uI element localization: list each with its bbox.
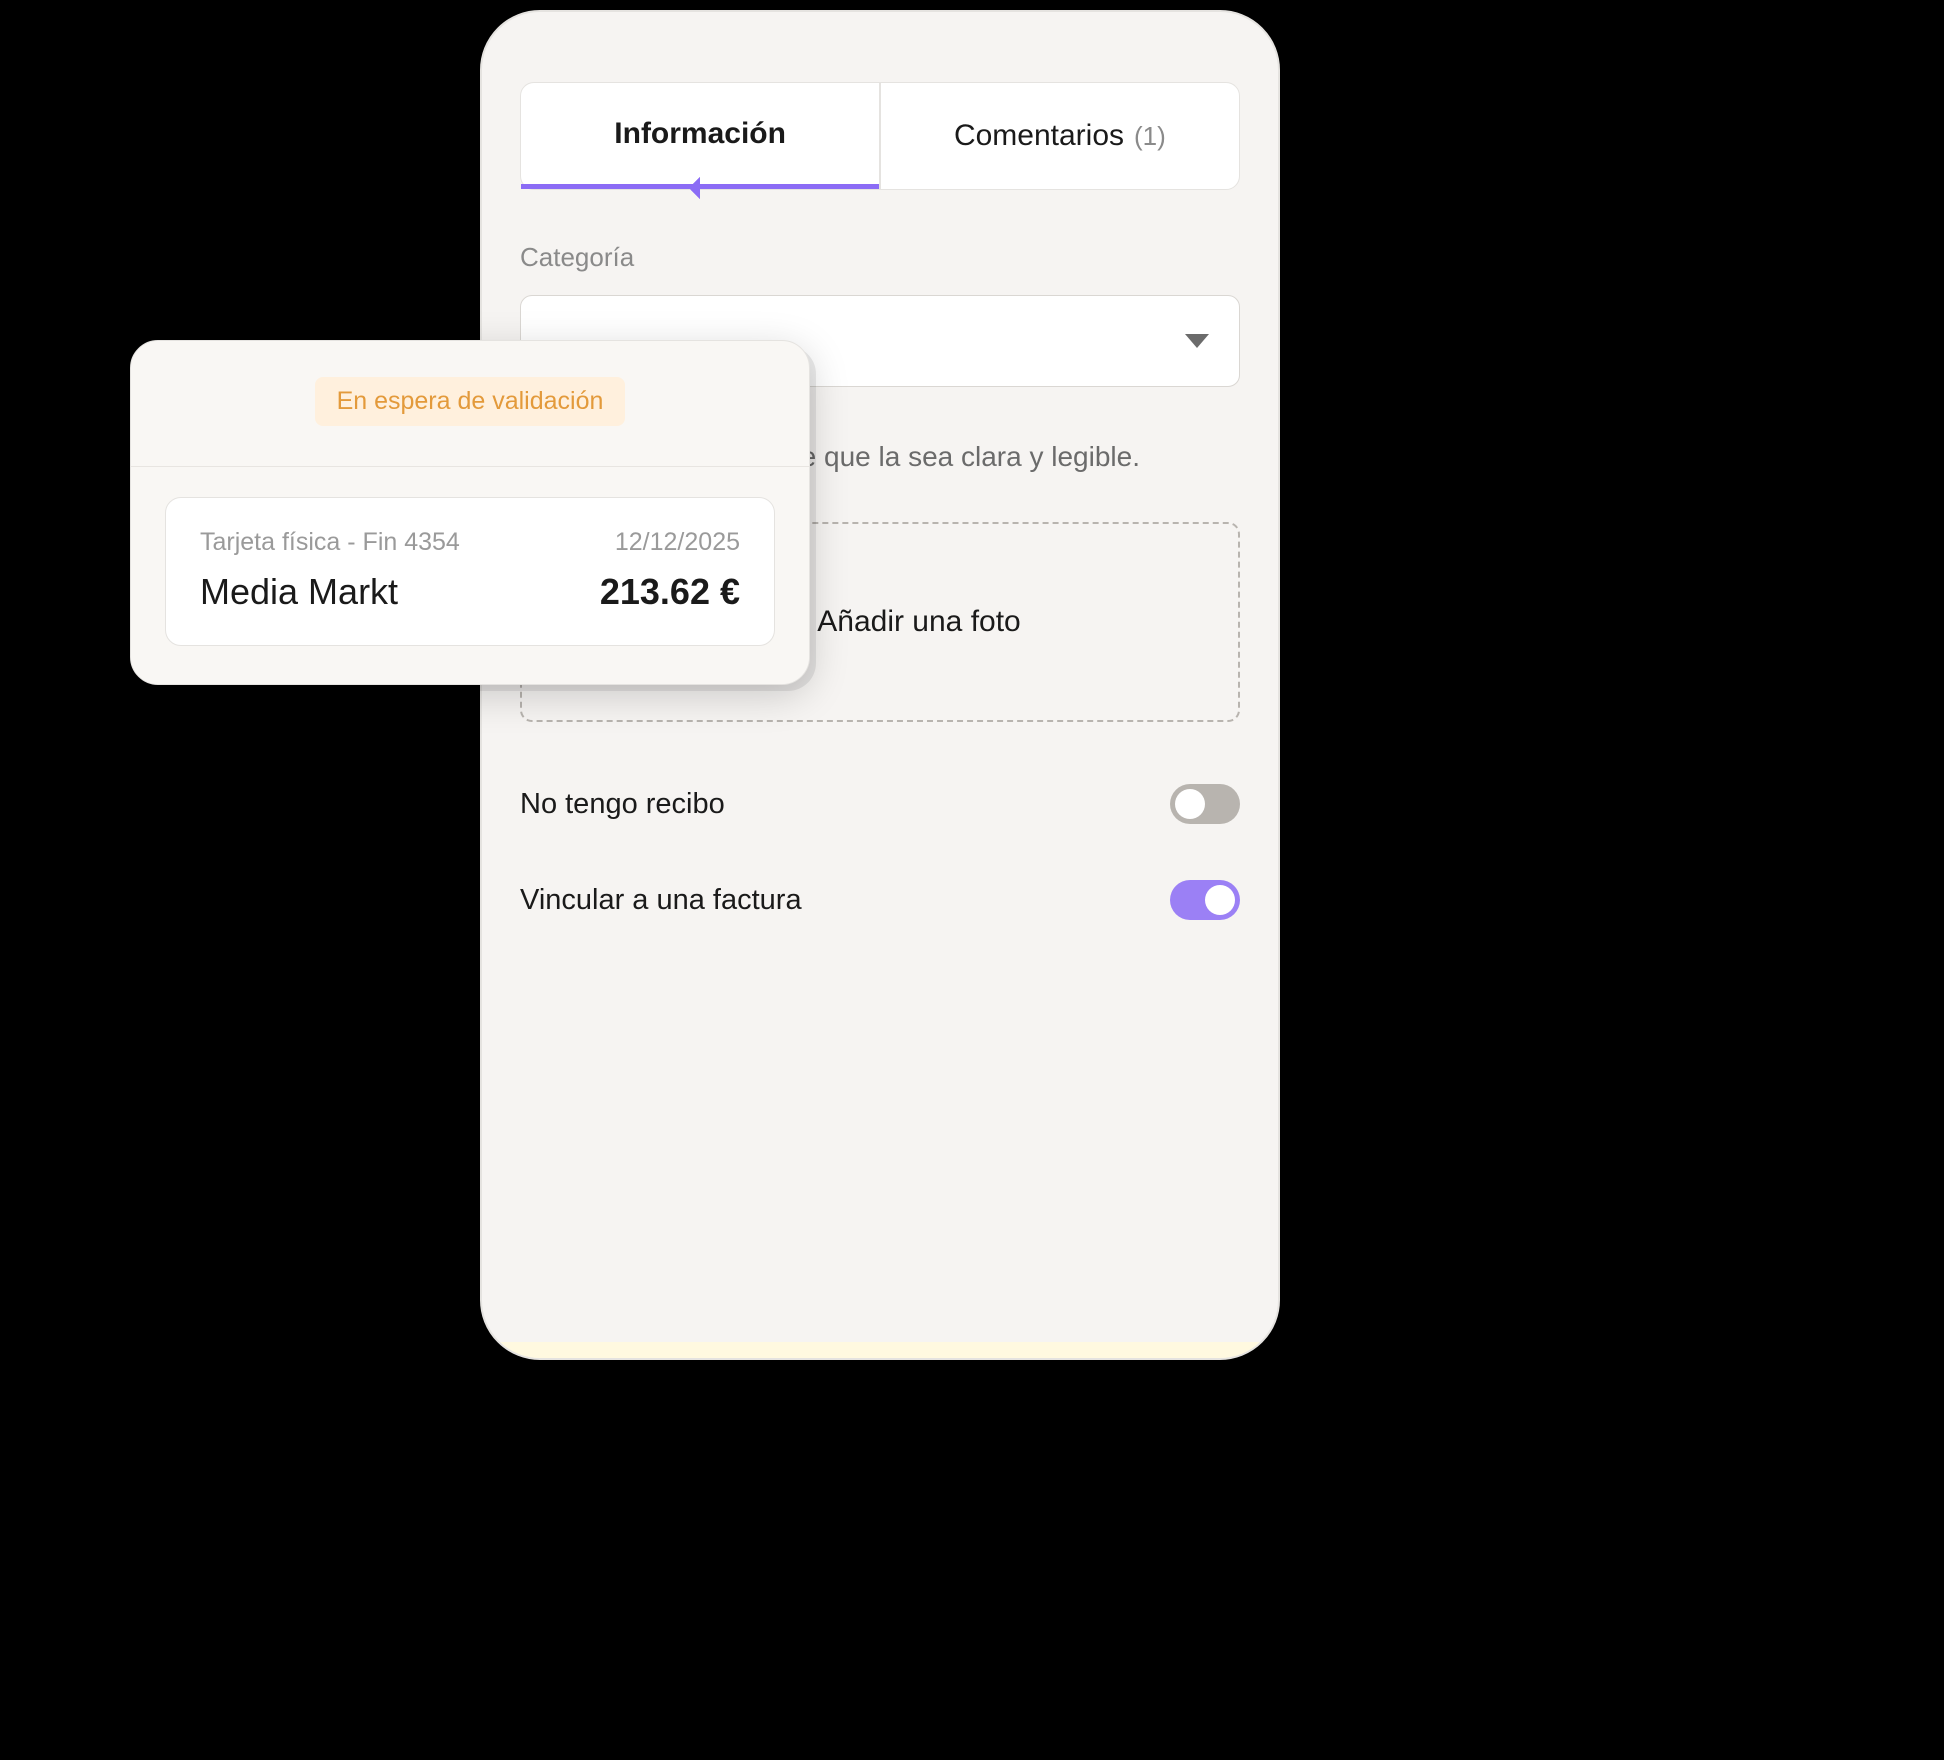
tab-comments[interactable]: Comentarios (1) [881, 83, 1239, 189]
phone-frame: Información Comentarios (1) Categoría de… [480, 10, 1280, 1360]
tab-info-label: Información [614, 117, 786, 151]
no-receipt-toggle[interactable] [1170, 784, 1240, 824]
add-photo-label: Añadir una foto [817, 605, 1020, 639]
tab-comments-count: (1) [1134, 121, 1166, 152]
transaction-date: 12/12/2025 [615, 528, 740, 557]
category-label: Categoría [520, 242, 1240, 273]
no-receipt-label: No tengo recibo [520, 788, 725, 821]
link-invoice-row: Vincular a una factura [520, 880, 1240, 920]
toggle-knob [1205, 885, 1235, 915]
tab-info[interactable]: Información [521, 83, 879, 189]
bottom-accent-bar [482, 1342, 1278, 1358]
merchant-name: Media Markt [200, 571, 398, 613]
no-receipt-row: No tengo recibo [520, 784, 1240, 824]
transaction-inner[interactable]: Tarjeta física - Fin 4354 12/12/2025 Med… [165, 497, 775, 646]
link-invoice-label: Vincular a una factura [520, 884, 802, 917]
transaction-card: En espera de validación Tarjeta física -… [130, 340, 810, 685]
card-info: Tarjeta física - Fin 4354 [200, 528, 460, 557]
link-invoice-toggle[interactable] [1170, 880, 1240, 920]
toggle-knob [1175, 789, 1205, 819]
transaction-card-header: En espera de validación [131, 341, 809, 467]
status-badge: En espera de validación [315, 377, 626, 426]
transaction-main-row: Media Markt 213.62 € [200, 571, 740, 613]
tab-comments-label: Comentarios [954, 119, 1124, 153]
tab-bar: Información Comentarios (1) [520, 82, 1240, 190]
chevron-down-icon [1185, 334, 1209, 348]
transaction-meta-row: Tarjeta física - Fin 4354 12/12/2025 [200, 528, 740, 557]
transaction-card-body: Tarjeta física - Fin 4354 12/12/2025 Med… [131, 467, 809, 684]
transaction-amount: 213.62 € [600, 571, 740, 613]
